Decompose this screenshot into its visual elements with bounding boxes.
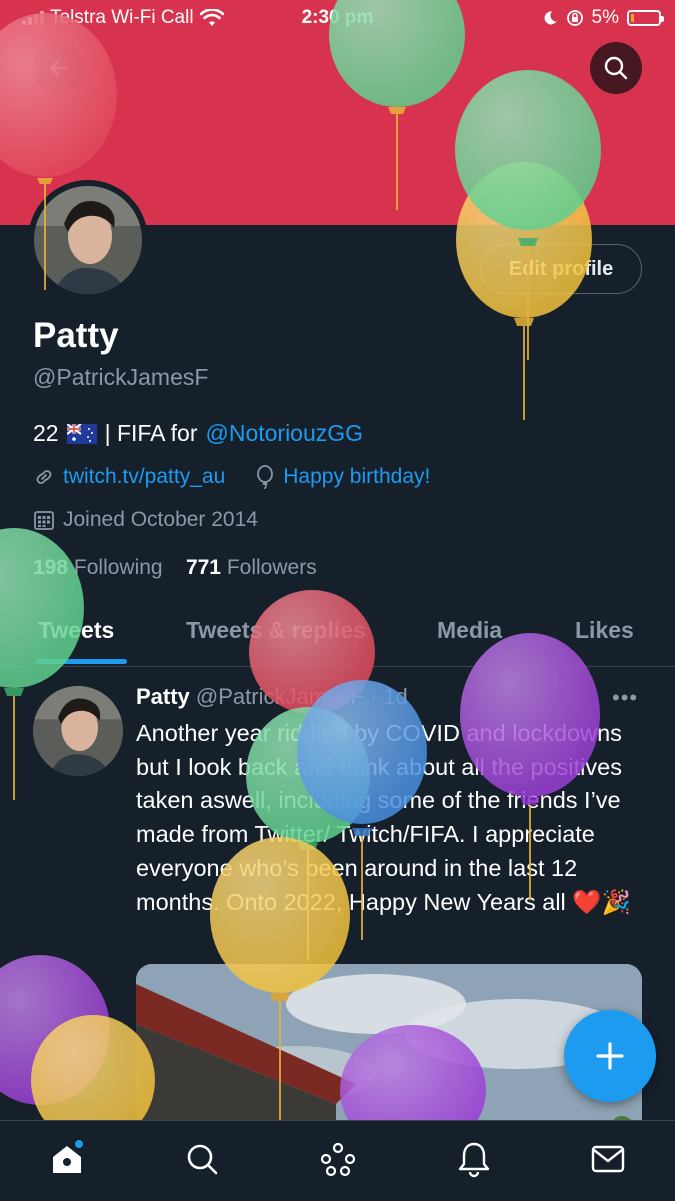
birthday-link[interactable]: Happy birthday! [283,465,430,489]
nav-notifications[interactable] [454,1139,494,1179]
orientation-lock-icon [566,10,583,26]
tab-tweets[interactable]: Tweets [38,617,114,644]
balloon-purple-bottomleft [0,955,110,1105]
bottom-navigation [0,1120,675,1201]
tweet-header: Patty @PatrickJamesF · 1d [136,684,408,710]
bell-icon [458,1142,490,1178]
tweet-separator: · [369,684,378,709]
status-right: 5% [542,7,664,29]
home-icon [53,1140,83,1173]
more-icon[interactable]: ••• [612,685,638,711]
australia-flag-icon [66,423,97,444]
followers-link[interactable]: 771 Followers [186,556,317,579]
profile-name: Patty [33,316,119,355]
link-icon [36,470,52,484]
joined-date: Joined October 2014 [63,508,258,531]
nav-spaces[interactable] [318,1139,358,1179]
status-bar: Telstra Wi-Fi Call 2:30 pm 5% [0,0,675,36]
following-label: Following [73,556,163,579]
follow-stats: 198 Following 771 Followers [33,556,317,580]
nav-home[interactable] [47,1139,87,1179]
bio-age: 22 [33,420,59,446]
tweet-text: Another year riddled by COVID and lockdo… [136,720,631,915]
tweet-time: 1d [383,684,408,709]
calendar-icon [34,511,54,530]
profile-bio: 22 | FIFA for @NotoriouzGG [33,420,363,447]
mail-icon [591,1145,625,1173]
nav-explore[interactable] [182,1139,222,1179]
spaces-icon [320,1142,356,1177]
plus-icon [596,1042,624,1070]
tweet-author-handle[interactable]: @PatrickJamesF [196,684,364,709]
search-icon [187,1144,218,1175]
tab-tweets-replies[interactable]: Tweets & replies [186,617,366,644]
followers-label: Followers [226,556,317,579]
followers-count: 771 [185,556,221,579]
profile-avatar[interactable] [28,180,148,300]
nav-messages[interactable] [588,1139,628,1179]
profile-meta: twitch.tv/patty_au Happy birthday! [33,465,430,489]
tab-media[interactable]: Media [437,617,502,644]
back-arrow-icon [49,59,69,77]
profile-tabs: Tweets Tweets & replies Media Likes [0,600,675,667]
back-button[interactable] [33,42,85,94]
website-link[interactable]: twitch.tv/patty_au [63,465,225,489]
bio-mention-link[interactable]: @NotoriouzGG [205,420,363,447]
tweet-avatar[interactable] [33,686,123,776]
moon-icon [544,11,557,25]
following-count: 198 [33,556,69,579]
tab-likes[interactable]: Likes [575,617,634,644]
balloon-icon [257,465,274,489]
joined-row: Joined October 2014 [33,508,258,532]
battery-percent: 5% [591,7,619,28]
profile-handle: @PatrickJamesF [33,364,209,390]
tweet-author-name[interactable]: Patty [136,684,190,709]
battery-icon [627,10,664,26]
compose-tweet-button[interactable] [564,1010,656,1102]
bio-text: | FIFA for [104,420,198,446]
following-link[interactable]: 198 Following [33,556,163,579]
avatar-photo [34,186,142,294]
search-button[interactable] [590,42,642,94]
edit-profile-button[interactable]: Edit profile [480,244,642,294]
search-icon [604,56,628,80]
active-tab-indicator [36,659,127,664]
